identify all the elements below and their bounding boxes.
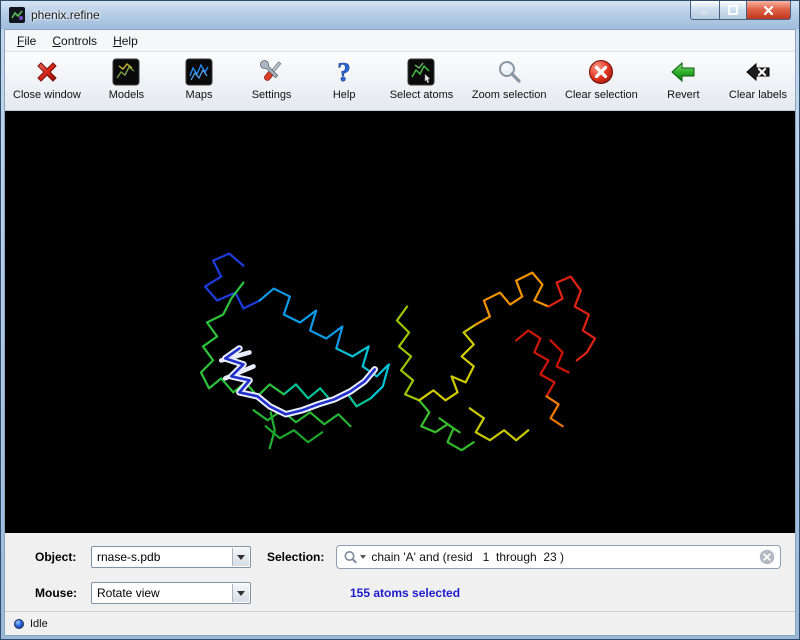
status-bar: Idle [5,611,795,635]
close-window-tool[interactable]: Close window [13,57,81,101]
title-bar: phenix.refine [1,1,799,29]
tool-label: Clear selection [565,89,638,101]
tool-label: Close window [13,89,81,101]
window-title: phenix.refine [31,8,100,22]
revert-icon [669,57,697,87]
close-button[interactable] [746,1,791,20]
clear-input-icon[interactable] [759,549,775,565]
clear-selection-tool[interactable]: Clear selection [565,57,638,101]
maps-tool[interactable]: Maps [172,57,226,101]
mouse-mode-dropdown[interactable]: Rotate view [91,582,251,604]
selection-input[interactable] [371,550,759,564]
settings-tool[interactable]: Settings [245,57,299,101]
object-label: Object: [35,550,91,564]
clear-labels-icon [744,57,772,87]
viewport-3d[interactable] [5,111,795,533]
minimize-button[interactable] [690,1,719,20]
maximize-button[interactable] [719,1,746,20]
atoms-selected-count: 155 atoms selected [350,586,460,600]
tool-label: Settings [252,89,292,101]
object-dropdown[interactable]: rnase-s.pdb [91,546,251,568]
search-icon [343,550,358,565]
tool-label: Select atoms [390,89,454,101]
tool-label: Clear labels [729,89,787,101]
models-icon [112,57,140,87]
menu-help[interactable]: Help [105,31,146,51]
client-area: File Controls Help Close window [4,29,796,636]
status-led-icon [14,619,24,629]
object-dropdown-value: rnase-s.pdb [97,550,160,564]
selection-label: Selection: [267,550,324,564]
settings-icon [258,57,286,87]
select-atoms-tool[interactable]: Select atoms [390,57,454,101]
search-dropdown-caret-icon[interactable] [360,555,366,559]
app-icon [9,7,25,23]
revert-tool[interactable]: Revert [656,57,710,101]
clear-selection-icon [587,57,615,87]
zoom-selection-tool[interactable]: Zoom selection [472,57,547,101]
menu-file[interactable]: File [9,31,44,51]
object-selection-row: Object: rnase-s.pdb Selection: [35,545,781,569]
help-icon: ? [330,57,358,87]
window-controls [690,1,791,20]
tool-label: Help [333,89,356,101]
svg-text:?: ? [337,58,351,86]
clear-labels-tool[interactable]: Clear labels [729,57,787,101]
menu-controls[interactable]: Controls [44,31,105,51]
close-window-icon [33,57,61,87]
help-tool[interactable]: ? Help [317,57,371,101]
models-tool[interactable]: Models [99,57,153,101]
tool-label: Zoom selection [472,89,547,101]
tool-label: Models [109,89,144,101]
select-atoms-icon [407,57,435,87]
mouse-label: Mouse: [35,586,91,600]
app-window: phenix.refine File Controls Help [0,0,800,640]
control-panel: Object: rnase-s.pdb Selection: [5,533,795,611]
zoom-selection-icon [495,57,523,87]
tool-label: Revert [667,89,699,101]
toolbar: Close window Models [5,52,795,111]
chevron-down-icon [232,548,249,566]
molecule-trace [5,111,795,533]
status-text: Idle [30,618,48,630]
maps-icon [185,57,213,87]
mouse-mode-row: Mouse: Rotate view 155 atoms selected [35,581,781,605]
selection-search-box [336,545,781,569]
tool-label: Maps [186,89,213,101]
chevron-down-icon [232,584,249,602]
menu-bar: File Controls Help [5,30,795,52]
mouse-mode-value: Rotate view [97,586,160,600]
